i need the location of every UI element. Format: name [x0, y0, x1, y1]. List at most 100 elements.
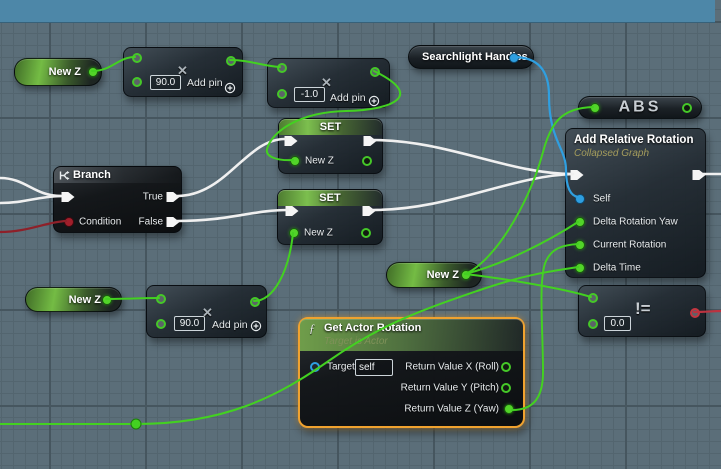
node-get-searchlight-handles[interactable]: Searchlight Handles — [408, 45, 534, 69]
input-pin-b[interactable] — [588, 319, 598, 329]
output-pin-bool[interactable] — [690, 308, 700, 318]
value-field[interactable]: 90.0 — [150, 75, 181, 90]
reroute-node[interactable] — [131, 419, 141, 429]
value-field[interactable]: -1.0 — [294, 87, 325, 102]
return-x-pin[interactable] — [501, 362, 511, 372]
not-equal-operator: != — [635, 299, 651, 319]
value-field[interactable]: 90.0 — [174, 316, 205, 331]
input-pin[interactable] — [590, 103, 600, 113]
true-label: True — [143, 192, 163, 203]
pin-label: New Z — [305, 156, 334, 167]
node-abs[interactable]: ABS — [578, 96, 702, 119]
false-label: False — [139, 217, 163, 228]
exec-in-pin[interactable] — [62, 191, 75, 203]
output-pin-object[interactable] — [509, 53, 519, 63]
blueprint-graph-canvas[interactable]: New Z ✕ 90.0 Add pin ✕ -1.0 Add pin Sear… — [0, 0, 721, 469]
value-field[interactable]: 0.0 — [604, 316, 631, 331]
node-get-new-z-top[interactable]: New Z — [14, 58, 102, 86]
output-pin-new-z[interactable] — [461, 270, 471, 280]
node-subtitle: Collapsed Graph — [574, 148, 649, 159]
return-z-label: Return Value Z (Yaw) — [404, 404, 499, 415]
node-title: Get Actor Rotation — [324, 322, 421, 334]
node-get-actor-rotation[interactable]: ƒ Get Actor Rotation Target is Actor Tar… — [298, 317, 525, 428]
input-pin-new-z[interactable] — [290, 156, 300, 166]
node-multiply-top[interactable]: ✕ 90.0 Add pin — [123, 47, 243, 97]
input-pin-new-z[interactable] — [289, 228, 299, 238]
self-label: Self — [593, 194, 610, 205]
node-title: Add Relative Rotation — [574, 134, 693, 146]
exec-out-pin[interactable] — [363, 205, 376, 217]
variable-label: New Z — [427, 269, 459, 281]
branch-title: Branch — [73, 169, 111, 181]
input-pin-a[interactable] — [156, 294, 166, 304]
input-pin-b[interactable] — [132, 77, 142, 87]
current-rotation-pin[interactable] — [575, 240, 585, 250]
exec-in-pin[interactable] — [285, 135, 298, 147]
input-pin-a[interactable] — [132, 53, 142, 63]
input-pin-a[interactable] — [588, 293, 598, 303]
exec-false-pin[interactable] — [167, 216, 180, 228]
return-y-label: Return Value Y (Pitch) — [401, 383, 499, 394]
node-set-new-z-2[interactable]: SET New Z — [277, 189, 383, 245]
add-pin-icon[interactable] — [224, 82, 236, 94]
return-y-pin[interactable] — [501, 383, 511, 393]
target-pin[interactable] — [310, 362, 320, 372]
delta-rotation-yaw-pin[interactable] — [575, 217, 585, 227]
exec-out-pin[interactable] — [693, 169, 706, 181]
node-subtitle: Target is Actor — [324, 336, 388, 347]
branch-icon — [59, 170, 70, 181]
output-pin-value[interactable] — [362, 156, 372, 166]
target-label: Target — [327, 362, 355, 373]
delta-time-label: Delta Time — [593, 263, 641, 274]
output-pin[interactable] — [226, 56, 236, 66]
output-pin[interactable] — [370, 67, 380, 77]
target-value-field[interactable]: self — [355, 359, 393, 376]
return-x-label: Return Value X (Roll) — [405, 362, 499, 373]
add-pin-icon[interactable] — [250, 320, 262, 332]
delta-time-pin[interactable] — [575, 263, 585, 273]
output-pin-new-z[interactable] — [102, 295, 112, 305]
set-title: SET — [279, 121, 382, 133]
add-pin-label[interactable]: Add pin — [187, 77, 223, 89]
node-multiply-neg[interactable]: ✕ -1.0 Add pin — [267, 58, 390, 108]
output-pin-value[interactable] — [361, 228, 371, 238]
node-get-new-z-mid[interactable]: New Z — [386, 262, 482, 288]
exec-out-pin[interactable] — [364, 135, 377, 147]
wire-branch-true-set1 — [177, 139, 285, 196]
input-pin-b[interactable] — [277, 89, 287, 99]
wire-set1-arr — [372, 140, 573, 174]
wire-exec-in-b — [0, 196, 61, 203]
node-add-relative-rotation[interactable]: Add Relative Rotation Collapsed Graph Se… — [565, 128, 706, 278]
add-pin-icon[interactable] — [368, 95, 380, 107]
add-pin-label[interactable]: Add pin — [212, 319, 248, 331]
wire-set2-arr — [372, 174, 573, 210]
node-set-new-z-1[interactable]: SET New Z — [278, 118, 383, 174]
set-title: SET — [278, 192, 382, 204]
current-rotation-label: Current Rotation — [593, 240, 666, 251]
wire-exec-in-a — [0, 178, 61, 196]
exec-in-pin[interactable] — [571, 169, 584, 181]
output-pin[interactable] — [682, 103, 692, 113]
input-pin-b[interactable] — [156, 319, 166, 329]
function-icon: ƒ — [309, 321, 315, 336]
output-pin[interactable] — [250, 297, 260, 307]
wire-newzmid-yaw — [465, 222, 578, 274]
exec-true-pin[interactable] — [167, 191, 180, 203]
self-pin[interactable] — [575, 194, 585, 204]
condition-pin[interactable] — [64, 217, 74, 227]
exec-in-pin[interactable] — [286, 205, 299, 217]
node-multiply-bottom[interactable]: ✕ 90.0 Add pin — [146, 285, 267, 338]
node-branch[interactable]: Branch Condition True False — [53, 166, 182, 233]
comment-frame[interactable] — [0, 0, 715, 23]
node-get-new-z-bottom[interactable]: New Z — [25, 287, 122, 312]
add-pin-label[interactable]: Add pin — [330, 92, 366, 104]
return-z-pin[interactable] — [504, 404, 514, 414]
wire-branch-false-set2 — [177, 210, 288, 221]
variable-label: New Z — [49, 66, 81, 78]
delta-rotation-yaw-label: Delta Rotation Yaw — [593, 217, 678, 228]
pin-label: New Z — [304, 228, 333, 239]
node-not-equal[interactable]: 0.0 != — [578, 285, 706, 337]
input-pin-a[interactable] — [277, 63, 287, 73]
variable-label: New Z — [69, 294, 101, 306]
output-pin-new-z[interactable] — [88, 67, 98, 77]
